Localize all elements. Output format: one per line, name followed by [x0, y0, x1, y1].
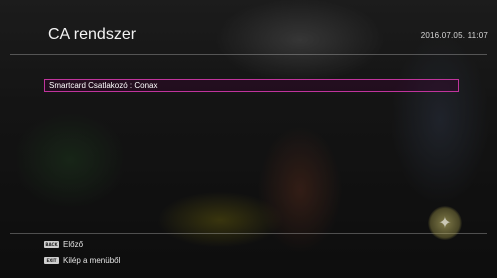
exit-key-icon: EXIT: [44, 257, 59, 264]
channel-logo-icon: ✦: [428, 206, 462, 240]
back-hint[interactable]: BACK Előző: [44, 240, 83, 249]
datetime-display: 2016.07.05. 11:07: [420, 31, 488, 40]
exit-hint-label: Kilép a menüből: [63, 256, 121, 265]
menu-item-label: Smartcard Csatlakozó : Conax: [49, 81, 158, 90]
screen: CA rendszer 2016.07.05. 11:07 Smartcard …: [0, 0, 497, 278]
footer-divider: [10, 233, 487, 234]
back-key-icon: BACK: [44, 241, 59, 248]
header-divider: [10, 54, 487, 55]
exit-hint[interactable]: EXIT Kilép a menüből: [44, 256, 120, 265]
page-title: CA rendszer: [48, 26, 137, 43]
back-hint-label: Előző: [63, 240, 84, 249]
menu-item-smartcard-slot[interactable]: Smartcard Csatlakozó : Conax: [44, 79, 459, 92]
